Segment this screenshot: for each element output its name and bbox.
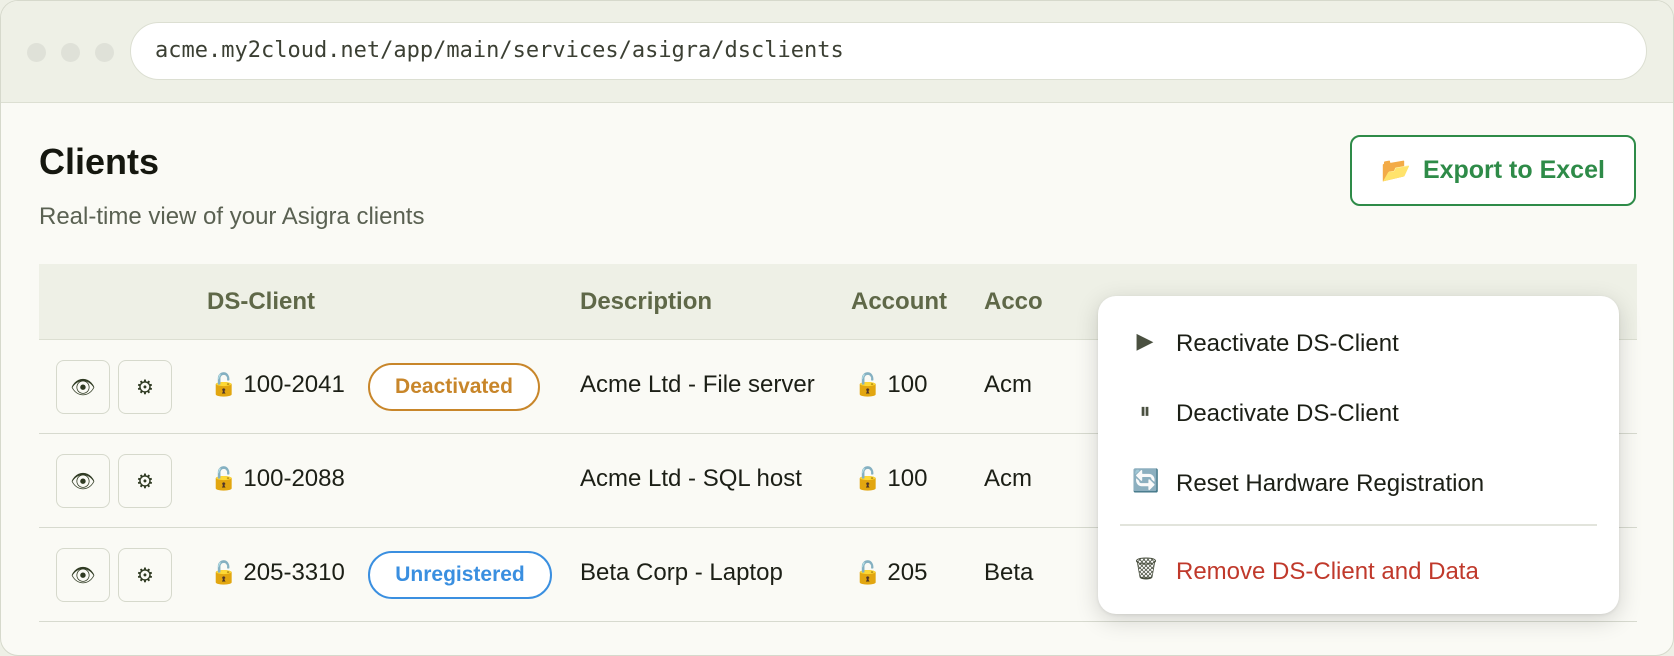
menu-item-remove[interactable]: 🗑 Remove DS-Client and Data: [1098, 544, 1619, 600]
unlocked-icon: 🔓: [210, 560, 238, 585]
window-close-dot[interactable]: [27, 43, 46, 62]
unlocked-icon: 🔓: [210, 372, 238, 397]
context-menu: ▶ Reactivate DS-Client ⏸ Deactivate DS-C…: [1098, 296, 1619, 614]
unlocked-icon: 🔓: [854, 372, 882, 397]
address-bar[interactable]: acme.my2cloud.net/app/main/services/asig…: [130, 22, 1647, 80]
gear-icon: ⚙: [136, 564, 154, 587]
status-badge: Deactivated: [368, 363, 540, 411]
export-to-excel-button[interactable]: 📂 Export to Excel: [1350, 135, 1636, 206]
account-cell: 🔓 100: [854, 465, 927, 493]
ds-client-id[interactable]: 100-2088: [243, 465, 344, 492]
menu-item-deactivate[interactable]: ⏸ Deactivate DS-Client: [1098, 386, 1619, 442]
status-badge: Unregistered: [368, 551, 552, 599]
ds-client-cell: 🔓 100-2041: [210, 371, 345, 399]
page-subtitle: Real-time view of your Asigra clients: [39, 203, 425, 230]
account-number[interactable]: 205: [887, 559, 927, 586]
menu-item-label: Deactivate DS-Client: [1176, 400, 1399, 427]
eye-icon: 👁: [70, 564, 96, 587]
eye-icon: 👁: [70, 470, 96, 493]
trash-icon: 🗑: [1132, 556, 1160, 581]
export-button-label: Export to Excel: [1422, 156, 1605, 184]
pause-icon: ⏸: [1139, 398, 1151, 423]
account-name-cell: Beta: [984, 559, 1034, 586]
column-header-ds-client[interactable]: DS-Client: [207, 288, 315, 316]
settings-button[interactable]: ⚙: [118, 360, 172, 414]
column-header-description[interactable]: Description: [580, 288, 712, 316]
page-title: Clients: [39, 141, 160, 182]
ds-client-id[interactable]: 205-3310: [243, 559, 344, 586]
menu-item-label: Reset Hardware Registration: [1176, 470, 1485, 497]
ds-client-cell: 🔓 205-3310: [210, 559, 345, 587]
view-button[interactable]: 👁: [56, 360, 110, 414]
gear-icon: ⚙: [136, 376, 154, 399]
ds-client-id[interactable]: 100-2041: [243, 371, 344, 398]
window-minimize-dot[interactable]: [61, 43, 80, 62]
refresh-icon: 🔄: [1132, 468, 1160, 493]
menu-item-reset-hardware[interactable]: 🔄 Reset Hardware Registration: [1098, 456, 1619, 512]
description-cell: Acme Ltd - File server: [580, 371, 815, 398]
settings-button[interactable]: ⚙: [118, 454, 172, 508]
unlocked-icon: 🔓: [210, 466, 238, 491]
account-cell: 🔓 205: [854, 559, 927, 587]
account-name-cell: Acm: [984, 465, 1032, 492]
ds-client-cell: 🔓 100-2088: [210, 465, 345, 493]
column-header-account[interactable]: Account: [851, 288, 947, 316]
view-button[interactable]: 👁: [56, 454, 110, 508]
account-cell: 🔓 100: [854, 371, 927, 399]
menu-item-reactivate[interactable]: ▶ Reactivate DS-Client: [1098, 316, 1619, 372]
column-header-account-name[interactable]: Acco: [984, 288, 1043, 316]
description-cell: Beta Corp - Laptop: [580, 559, 783, 586]
account-name-cell: Acm: [984, 371, 1032, 398]
account-number[interactable]: 100: [887, 371, 927, 398]
window-maximize-dot[interactable]: [95, 43, 114, 62]
account-number[interactable]: 100: [887, 465, 927, 492]
menu-item-label: Reactivate DS-Client: [1176, 330, 1399, 357]
eye-icon: 👁: [70, 376, 96, 399]
play-icon: ▶: [1136, 328, 1154, 353]
browser-titlebar: acme.my2cloud.net/app/main/services/asig…: [1, 1, 1673, 103]
menu-item-label: Remove DS-Client and Data: [1176, 558, 1479, 585]
gear-icon: ⚙: [136, 470, 154, 493]
folder-icon: 📂: [1381, 157, 1411, 184]
settings-button[interactable]: ⚙: [118, 548, 172, 602]
browser-window: acme.my2cloud.net/app/main/services/asig…: [0, 0, 1674, 656]
description-cell: Acme Ltd - SQL host: [580, 465, 802, 492]
unlocked-icon: 🔓: [854, 560, 882, 585]
menu-divider: [1120, 524, 1597, 526]
view-button[interactable]: 👁: [56, 548, 110, 602]
unlocked-icon: 🔓: [854, 466, 882, 491]
